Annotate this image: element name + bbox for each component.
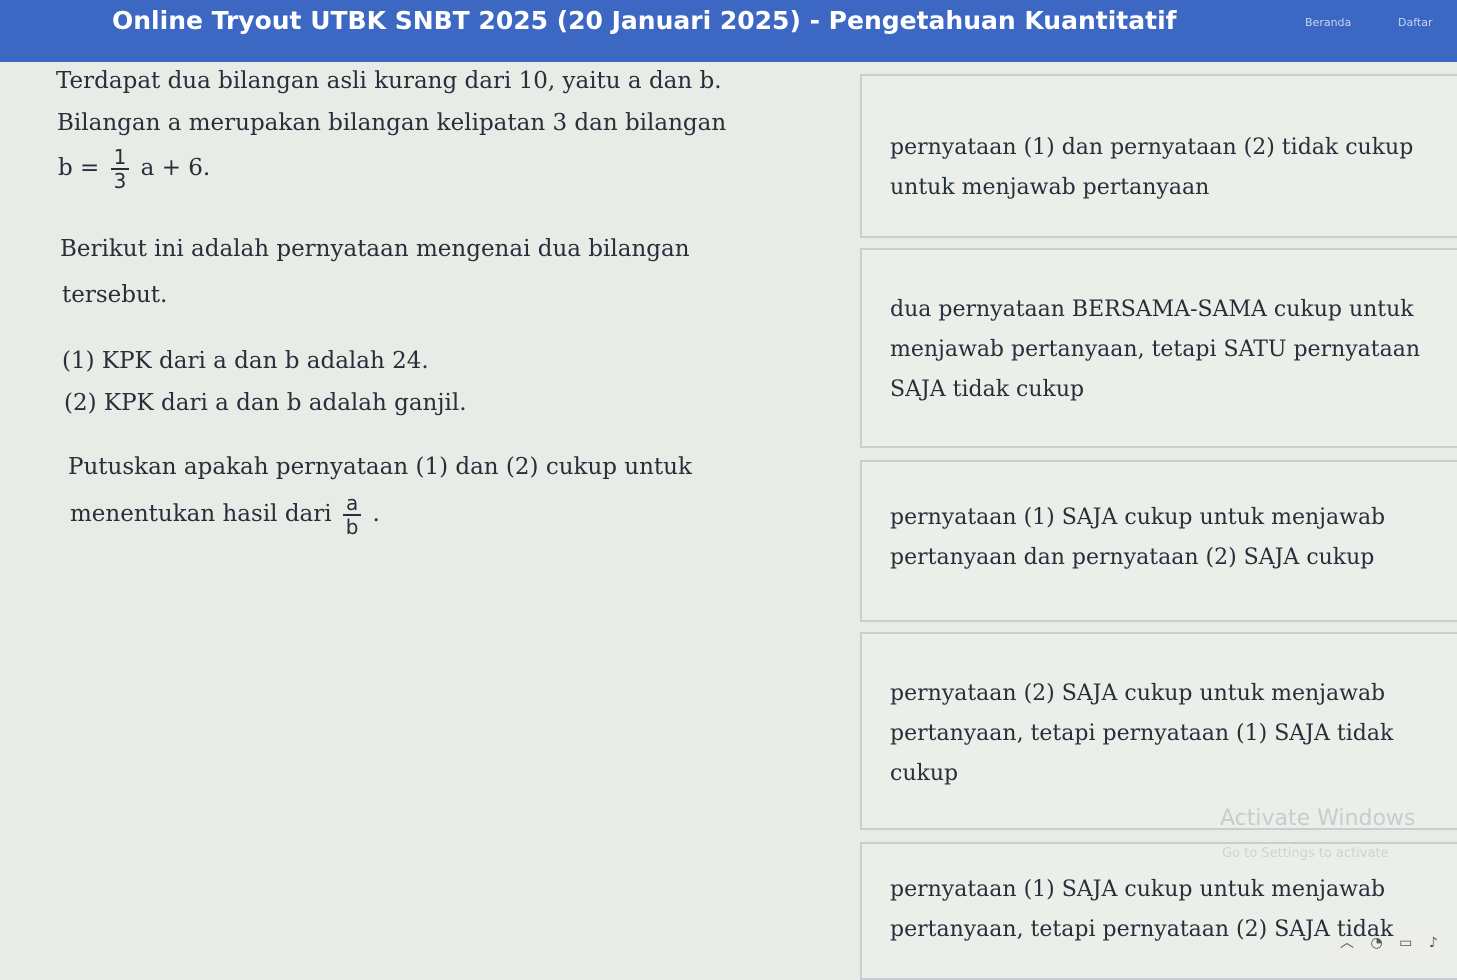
option-text: pernyataan (1) SAJA cukup untuk menjawab… [890,505,1386,570]
answer-options: pernyataan (1) dan pernyataan (2) tidak … [860,62,1457,980]
statement-2: (2) KPK dari a dan b adalah ganjil. [64,390,467,416]
instruction-text: menentukan hasil dari [70,501,332,527]
system-tray: ︿ ◔ ▭ ♪ [1340,932,1450,952]
question-instruction: Putuskan apakah pernyataan (1) dan (2) c… [68,454,692,480]
ratio-denominator: b [345,515,359,539]
instruction-end: . [372,501,380,527]
nav-beranda-link[interactable]: Beranda [1305,16,1351,29]
equation-rhs: a + 6. [140,155,211,181]
option-text: pernyataan (2) SAJA cukup untuk menjawab… [890,681,1394,786]
question-panel: Terdapat dua bilangan asli kurang dari 1… [0,62,850,976]
activate-windows-subtext: Go to Settings to activate [1222,846,1389,861]
question-equation: b = 1 3 a + 6. [58,146,210,192]
activate-windows-watermark: Activate Windows [1220,806,1416,831]
question-condition: Bilangan a merupakan bilangan kelipatan … [57,110,727,136]
fraction-numerator: 1 [110,146,130,170]
statement-1: (1) KPK dari a dan b adalah 24. [62,348,429,374]
chevron-up-icon[interactable]: ︿ [1340,935,1354,951]
top-bar: Online Tryout UTBK SNBT 2025 (20 Januari… [0,0,1457,62]
answer-option-5[interactable]: pernyataan (1) SAJA cukup untuk menjawab… [860,842,1457,980]
answer-option-3[interactable]: pernyataan (1) SAJA cukup untuk menjawab… [860,460,1457,622]
battery-icon[interactable]: ▭ [1399,935,1412,951]
fraction-denominator: 3 [113,169,127,193]
option-text: pernyataan (1) dan pernyataan (2) tidak … [890,135,1414,200]
ratio-fraction: a b [342,492,362,539]
volume-icon[interactable]: ♪ [1429,935,1438,951]
question-statement-intro: Berikut ini adalah pernyataan mengenai d… [60,236,690,262]
question-statement-intro-cont: tersebut. [62,282,168,308]
answer-option-2[interactable]: dua pernyataan BERSAMA-SAMA cukup untuk … [860,248,1457,448]
question-intro: Terdapat dua bilangan asli kurang dari 1… [56,68,722,94]
question-instruction-cont: menentukan hasil dari a b . [70,492,380,538]
equation-fraction: 1 3 [110,146,130,193]
ratio-numerator: a [342,492,362,516]
page-title: Online Tryout UTBK SNBT 2025 (20 Januari… [112,6,1177,35]
equation-lhs: b = [58,155,100,181]
wifi-icon[interactable]: ◔ [1370,935,1382,951]
option-text: dua pernyataan BERSAMA-SAMA cukup untuk … [890,297,1421,402]
answer-option-4[interactable]: pernyataan (2) SAJA cukup untuk menjawab… [860,632,1457,830]
answer-option-1[interactable]: pernyataan (1) dan pernyataan (2) tidak … [860,74,1457,238]
nav-daftar-link[interactable]: Daftar [1398,16,1432,29]
